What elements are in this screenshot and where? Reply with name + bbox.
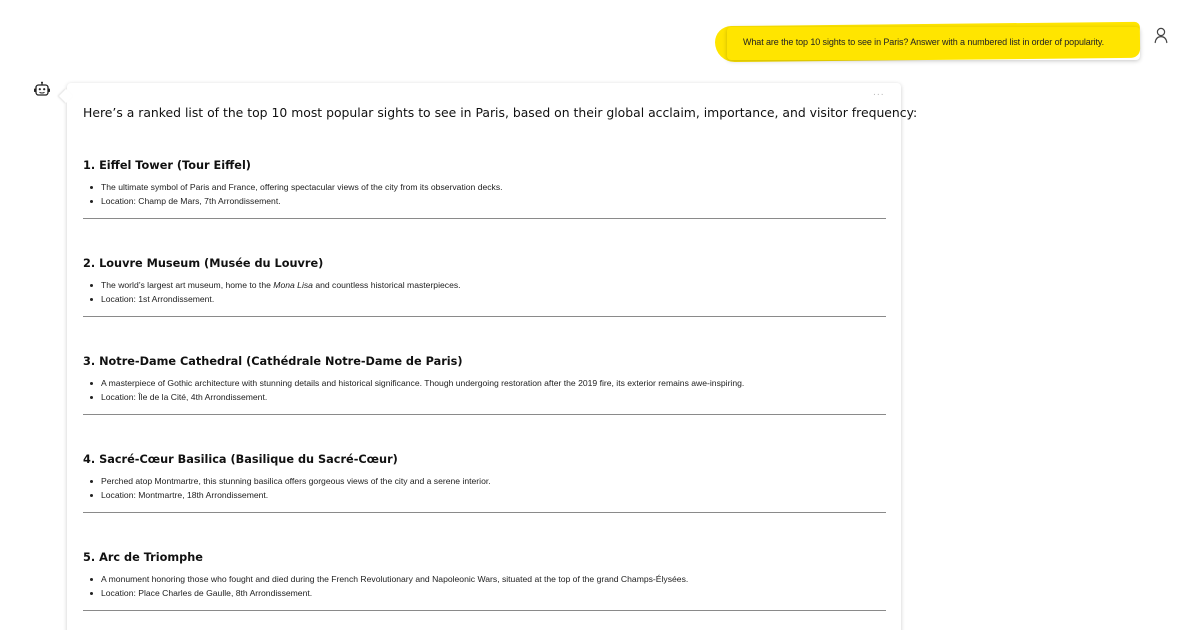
- sight-location: Location: Montmartre, 18th Arrondissemen…: [83, 489, 886, 503]
- divider: [83, 512, 886, 513]
- sight-description-emphasis: Mona Lisa: [273, 280, 313, 290]
- sight-title: 2. Louvre Museum (Musée du Louvre): [83, 257, 324, 270]
- sight-location: Location: 1st Arrondissement.: [83, 293, 886, 307]
- sight-description-part: and countless historical masterpieces.: [312, 280, 461, 290]
- list-item: 5. Arc de Triomphe A monument honoring t…: [83, 551, 886, 600]
- sight-title: 1. Eiffel Tower (Tour Eiffel): [83, 159, 251, 172]
- sight-description: A masterpiece of Gothic architecture wit…: [83, 377, 886, 391]
- chat-page: What are the top 10 sights to see in Par…: [0, 0, 1177, 630]
- divider: [83, 610, 886, 611]
- list-item: 1. Eiffel Tower (Tour Eiffel) The ultima…: [83, 159, 886, 208]
- sight-description: The ultimate symbol of Paris and France,…: [83, 181, 886, 195]
- list-item: 2. Louvre Museum (Musée du Louvre) The w…: [83, 257, 886, 306]
- robot-icon: [33, 81, 51, 99]
- sight-description: A monument honoring those who fought and…: [83, 573, 886, 587]
- list-item: 3. Notre-Dame Cathedral (Cathédrale Notr…: [83, 355, 886, 404]
- sight-description-part: The world’s largest art museum, home to …: [101, 280, 274, 290]
- list-item: 4. Sacré-Cœur Basilica (Basilique du Sac…: [83, 453, 886, 502]
- sight-location: Location: Place Charles de Gaulle, 8th A…: [83, 587, 886, 601]
- bot-intro-text: Here’s a ranked list of the top 10 most …: [83, 105, 918, 120]
- sight-description: The world’s largest art museum, home to …: [83, 279, 886, 293]
- user-message-text: What are the top 10 sights to see in Par…: [743, 37, 1105, 47]
- sight-title: 5. Arc de Triomphe: [83, 551, 203, 564]
- divider: [83, 218, 886, 219]
- sight-location: Location: Champ de Mars, 7th Arrondissem…: [83, 195, 886, 209]
- more-dots-icon[interactable]: ...: [873, 89, 885, 98]
- sight-location: Location: Île de la Cité, 4th Arrondisse…: [83, 391, 886, 405]
- person-icon[interactable]: [1151, 25, 1171, 45]
- divider: [83, 414, 886, 415]
- sight-title: 3. Notre-Dame Cathedral (Cathédrale Notr…: [83, 355, 463, 368]
- sight-description: Perched atop Montmartre, this stunning b…: [83, 475, 886, 489]
- sight-title: 4. Sacré-Cœur Basilica (Basilique du Sac…: [83, 453, 398, 466]
- divider: [83, 316, 886, 317]
